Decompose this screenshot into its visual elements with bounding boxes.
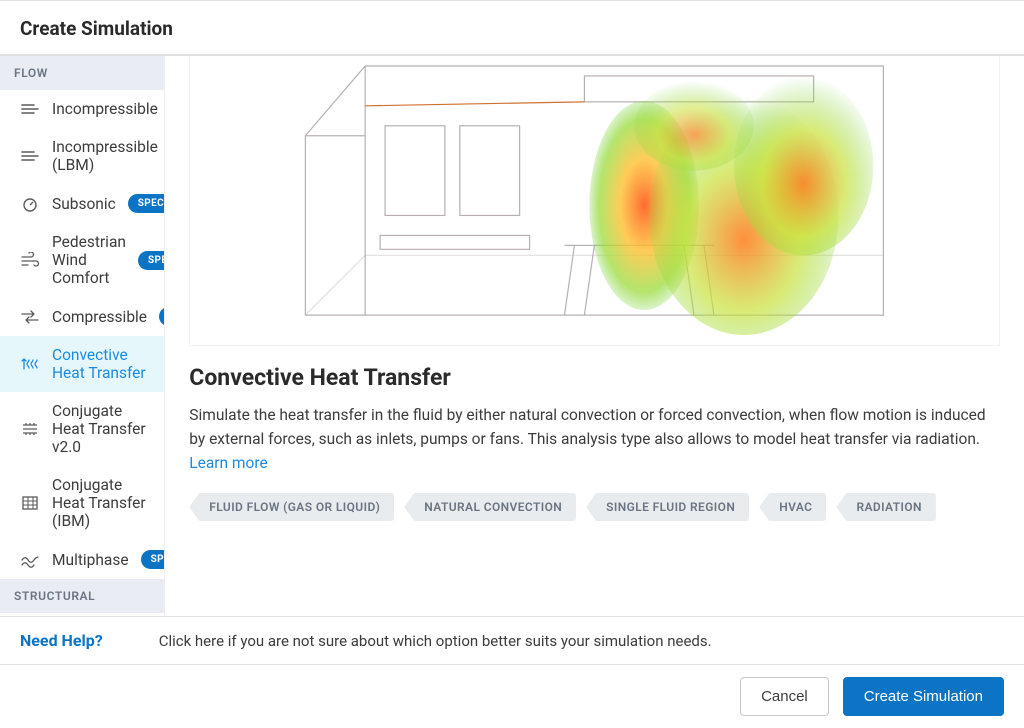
detail-description: Simulate the heat transfer in the fluid … [189, 403, 1000, 475]
preview-illustration [190, 56, 999, 345]
sim-item-incompressible-lbm[interactable]: Incompressible (LBM) SPECIAL [0, 128, 164, 184]
sim-item-label: Compressible [52, 308, 147, 326]
learn-more-link[interactable]: Learn more [189, 454, 267, 472]
sim-item-label: Multiphase [52, 551, 129, 569]
dialog-title: Create Simulation [20, 17, 1004, 40]
detail-title: Convective Heat Transfer [189, 364, 1000, 391]
grid-icon [20, 494, 40, 512]
sim-item-convective-heat[interactable]: Convective Heat Transfer [0, 336, 164, 392]
heat-wave-icon [20, 355, 40, 373]
sim-item-label: Conjugate Heat Transfer (IBM) [52, 476, 146, 530]
sim-item-label: Conjugate Heat Transfer v2.0 [52, 402, 146, 456]
help-row: Need Help? Click here if you are not sur… [0, 616, 1024, 664]
gauge-icon [20, 195, 40, 213]
simulation-preview [189, 56, 1000, 346]
wind-icon [20, 251, 40, 269]
wave-icon [20, 551, 40, 569]
sim-item-label: Incompressible (LBM) [52, 138, 158, 174]
special-badge: SPECIAL [128, 194, 166, 213]
tag: NATURAL CONVECTION [404, 493, 576, 521]
tag: SINGLE FLUID REGION [586, 493, 749, 521]
sim-item-subsonic[interactable]: Subsonic SPECIAL [0, 184, 164, 223]
create-simulation-button[interactable]: Create Simulation [843, 677, 1004, 716]
sim-item-incompressible[interactable]: Incompressible [0, 90, 164, 128]
sim-item-static[interactable]: Static [0, 613, 164, 616]
need-help-link[interactable]: Need Help? [20, 631, 103, 650]
dialog-footer: Cancel Create Simulation [0, 664, 1024, 728]
stack-icon [20, 420, 40, 438]
sim-item-multiphase[interactable]: Multiphase SPECIAL [0, 540, 164, 579]
special-badge: SPECIAL [138, 251, 165, 270]
dialog-body: FLOW Incompressible Incompressible (LBM)… [0, 56, 1024, 616]
sim-item-label: Incompressible [52, 100, 158, 118]
cancel-button[interactable]: Cancel [740, 677, 829, 716]
create-simulation-dialog: Create Simulation FLOW Incompressible In… [0, 0, 1024, 728]
sim-item-pedestrian-wind[interactable]: Pedestrian Wind Comfort SPECIAL [0, 223, 164, 297]
dialog-header: Create Simulation [0, 1, 1024, 56]
sim-item-conjugate-heat-ibm[interactable]: Conjugate Heat Transfer (IBM) [0, 466, 164, 540]
sim-item-label: Convective Heat Transfer [52, 346, 146, 382]
arrows-icon [20, 308, 40, 326]
flow-icon [20, 147, 40, 165]
simulation-type-sidebar[interactable]: FLOW Incompressible Incompressible (LBM)… [0, 56, 165, 616]
help-text: Click here if you are not sure about whi… [159, 632, 712, 650]
category-header-flow: FLOW [0, 56, 164, 90]
special-badge: SPECIAL [141, 550, 166, 569]
sim-item-label: Pedestrian Wind Comfort [52, 233, 126, 287]
detail-panel: Convective Heat Transfer Simulate the he… [165, 56, 1024, 616]
tag: RADIATION [836, 493, 935, 521]
sim-item-compressible[interactable]: Compressible SPECIAL [0, 297, 164, 336]
sim-item-label: Subsonic [52, 195, 116, 213]
tag: HVAC [759, 493, 826, 521]
category-header-structural: STRUCTURAL [0, 579, 164, 613]
flow-icon [20, 100, 40, 118]
description-text: Simulate the heat transfer in the fluid … [189, 406, 985, 448]
sim-item-conjugate-heat-v2[interactable]: Conjugate Heat Transfer v2.0 [0, 392, 164, 466]
special-badge: SPECIAL [159, 307, 165, 326]
simulation-tags: FLUID FLOW (GAS OR LIQUID) NATURAL CONVE… [189, 493, 1000, 521]
tag: FLUID FLOW (GAS OR LIQUID) [189, 493, 394, 521]
